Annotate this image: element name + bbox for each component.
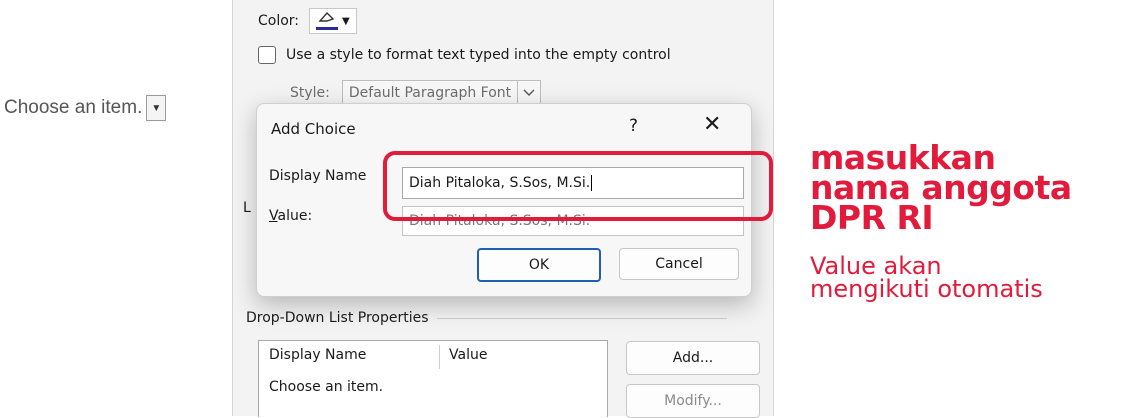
cancel-button[interactable]: Cancel xyxy=(619,248,739,280)
annotation-title: masukkan nama anggota DPR RI xyxy=(810,141,1129,237)
style-label: Style: xyxy=(290,85,330,101)
style-select-value: Default Paragraph Font xyxy=(348,85,512,101)
annotation-subtitle-line: mengikuti otomatis xyxy=(810,275,1043,303)
content-control-text: Choose an item. xyxy=(4,97,143,118)
list-item[interactable]: Choose an item. xyxy=(269,379,383,395)
dropdown-arrow-icon[interactable]: ▼ xyxy=(146,95,167,121)
column-header-value[interactable]: Value xyxy=(449,347,487,363)
display-name-label: Display Name xyxy=(269,168,367,184)
partial-label: L xyxy=(243,200,251,216)
color-picker-button[interactable]: ▼ xyxy=(309,8,357,34)
value-label: Value: xyxy=(269,208,313,224)
use-style-row: Use a style to format text typed into th… xyxy=(258,46,671,64)
paint-bucket-icon xyxy=(316,11,339,30)
column-header-display-name[interactable]: Display Name xyxy=(269,347,366,363)
dialog-title: Add Choice xyxy=(271,120,356,138)
close-icon[interactable]: ✕ xyxy=(703,112,721,137)
list-item-display-name: Choose an item. xyxy=(269,379,384,395)
color-row: Color: ▼ xyxy=(258,8,357,34)
use-style-checkbox[interactable] xyxy=(258,46,276,64)
choices-list[interactable]: Display Name Value Choose an item. xyxy=(258,340,608,417)
highlight-box xyxy=(383,151,773,221)
value-label-text: alue: xyxy=(277,208,313,224)
add-button[interactable]: Add... xyxy=(626,341,760,375)
dropdown-properties-section: Drop-Down List Properties xyxy=(246,310,727,326)
chevron-down-icon xyxy=(517,81,540,105)
annotation-title-line: DPR RI xyxy=(810,198,934,237)
ok-button[interactable]: OK xyxy=(477,248,601,282)
color-label: Color: xyxy=(258,13,300,29)
annotation-subtitle: Value akan mengikuti otomatis xyxy=(810,254,1129,303)
modify-button[interactable]: Modify... xyxy=(626,384,760,418)
column-separator xyxy=(439,345,440,369)
help-icon[interactable]: ? xyxy=(629,116,638,136)
section-divider xyxy=(436,317,727,319)
chevron-down-icon: ▼ xyxy=(342,15,350,27)
dropdown-properties-title: Drop-Down List Properties xyxy=(246,310,429,326)
use-style-label: Use a style to format text typed into th… xyxy=(286,47,671,63)
content-control-dropdown[interactable]: Choose an item. ▼ xyxy=(4,95,167,121)
